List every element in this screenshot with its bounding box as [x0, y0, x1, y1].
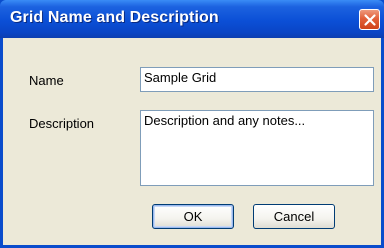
dialog-window: Grid Name and Description Name Sample Gr…	[0, 0, 384, 248]
close-button[interactable]	[359, 9, 380, 30]
description-field[interactable]: Description and any notes...	[140, 110, 374, 186]
dialog-body: Name Sample Grid Description Description…	[3, 38, 381, 245]
name-field[interactable]: Sample Grid	[140, 67, 374, 92]
dialog-title: Grid Name and Description	[10, 9, 219, 26]
close-x-icon	[364, 14, 376, 26]
ok-button[interactable]: OK	[152, 204, 234, 229]
name-label: Name	[29, 73, 64, 88]
description-label: Description	[29, 116, 95, 131]
cancel-button[interactable]: Cancel	[253, 204, 335, 229]
title-bar[interactable]: Grid Name and Description	[0, 0, 384, 38]
